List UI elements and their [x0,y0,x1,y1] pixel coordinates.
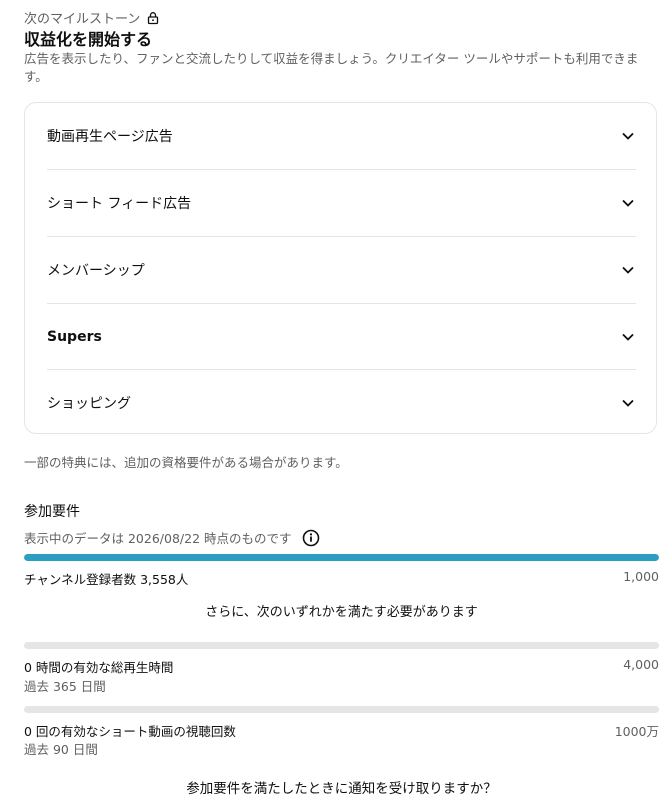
chevron-down-icon [622,132,634,140]
watch-hours-metric: 0 時間の有効な総再生時間 [24,660,174,675]
watch-hours-progress-bar [24,642,659,649]
feature-label: 動画再生ページ広告 [47,129,173,145]
feature-row-shorts-feed-ads[interactable]: ショート フィード広告 [47,170,636,236]
feature-row-shopping[interactable]: ショッピング [47,370,636,436]
lock-icon [148,11,159,24]
watch-hours-period: 過去 365 日間 [24,679,106,694]
requirements-title: 参加要件 [24,504,80,520]
subscribers-target: 1,000 [623,569,659,584]
eligibility-note: 一部の特典には、追加の資格要件がある場合があります。 [24,455,348,470]
feature-row-memberships[interactable]: メンバーシップ [47,237,636,303]
subscribers-progress-fill [24,554,659,561]
shorts-views-period: 過去 90 日間 [24,742,98,757]
feature-row-watch-page-ads[interactable]: 動画再生ページ広告 [47,103,636,169]
feature-row-supers[interactable]: Supers [47,304,636,370]
feature-label: ショート フィード広告 [47,196,192,212]
chevron-down-icon [622,266,634,274]
data-date: 表示中のデータは 2026/08/22 時点のものです [24,528,320,547]
chevron-down-icon [622,399,634,407]
feature-label: メンバーシップ [47,263,145,279]
shorts-views-progress-bar [24,706,659,713]
shorts-views-target: 1000万 [614,724,659,739]
subscribers-metric: チャンネル登録者数 3,558人 [24,572,189,587]
shorts-views-metric: 0 回の有効なショート動画の視聴回数 [24,724,236,739]
page-title: 収益化を開始する [24,30,153,49]
subscribers-progress-bar [24,554,659,561]
chevron-down-icon [622,199,634,207]
feature-label: ショッピング [47,396,131,412]
notify-question: 参加要件を満たしたときに通知を受け取りますか？ [186,781,497,797]
also-needed-text: さらに、次のいずれかを満たす必要があります [205,605,478,620]
watch-hours-target: 4,000 [623,657,659,672]
milestone-text: 次のマイルストーン [24,12,141,27]
milestone-label: 次のマイルストーン [24,8,160,27]
features-card: 動画再生ページ広告 ショート フィード広告 メンバーシップ Supers ショッ… [24,102,657,434]
page-description: 広告を表示したり、ファンと交流したりして収益を得ましょう。クリエイター ツールや… [24,51,639,84]
feature-label: Supers [47,329,102,345]
info-icon[interactable] [302,529,320,547]
chevron-down-icon [622,333,634,341]
data-date-text: 表示中のデータは 2026/08/22 時点のものです [24,531,292,546]
